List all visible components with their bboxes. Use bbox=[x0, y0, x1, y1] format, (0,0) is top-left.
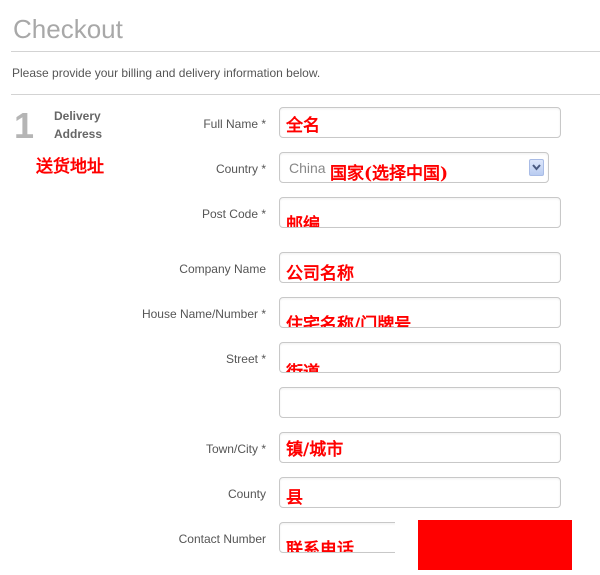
full-name-label: Full Name * bbox=[203, 117, 266, 131]
step-label-line2: Address bbox=[54, 127, 103, 141]
step-number: 1 bbox=[14, 105, 35, 146]
country-select[interactable]: China 国家(选择中国) bbox=[279, 152, 549, 183]
house-label: House Name/Number * bbox=[141, 307, 266, 321]
page-title: Checkout bbox=[13, 14, 123, 44]
street-line2-input[interactable] bbox=[279, 387, 561, 418]
town-annotation: 镇/城市 bbox=[286, 440, 344, 460]
divider bbox=[11, 94, 600, 95]
step-label-line1: Delivery bbox=[54, 109, 101, 123]
company-name-annotation: 公司名称 bbox=[286, 264, 354, 283]
company-name-input[interactable]: 公司名称 bbox=[279, 252, 561, 283]
step-annotation: 送货地址 bbox=[36, 157, 104, 177]
contact-label: Contact Number bbox=[178, 532, 266, 546]
intro-text: Please provide your billing and delivery… bbox=[12, 66, 321, 80]
full-name-input[interactable]: 全名 bbox=[279, 107, 561, 138]
full-name-annotation: 全名 bbox=[286, 116, 320, 136]
house-input[interactable]: 住宅名称/门牌号 bbox=[279, 297, 561, 328]
post-code-annotation: 邮编 bbox=[286, 215, 320, 228]
country-selected-value: China bbox=[289, 160, 326, 176]
street-input[interactable]: 街道 bbox=[279, 342, 561, 373]
contact-annotation: 联系电话 bbox=[286, 540, 354, 553]
chevron-down-icon[interactable] bbox=[529, 159, 544, 176]
company-name-label: Company Name bbox=[179, 262, 266, 276]
country-annotation: 国家(选择中国) bbox=[330, 164, 449, 183]
step-label: Delivery Address bbox=[54, 107, 102, 143]
redaction-box bbox=[418, 520, 572, 570]
street-annotation: 街道 bbox=[286, 363, 320, 373]
post-code-input[interactable]: 邮编 bbox=[279, 197, 561, 228]
post-code-label: Post Code * bbox=[201, 207, 266, 221]
town-input[interactable]: 镇/城市 bbox=[279, 432, 561, 463]
county-label: County bbox=[227, 487, 266, 501]
image-crop-mask bbox=[395, 515, 418, 555]
divider bbox=[11, 51, 600, 52]
county-input[interactable]: 县 bbox=[279, 477, 561, 508]
street-label: Street * bbox=[225, 352, 266, 366]
house-annotation: 住宅名称/门牌号 bbox=[286, 315, 412, 328]
town-label: Town/City * bbox=[205, 442, 266, 456]
country-label: Country * bbox=[215, 162, 266, 176]
county-annotation: 县 bbox=[286, 488, 303, 508]
